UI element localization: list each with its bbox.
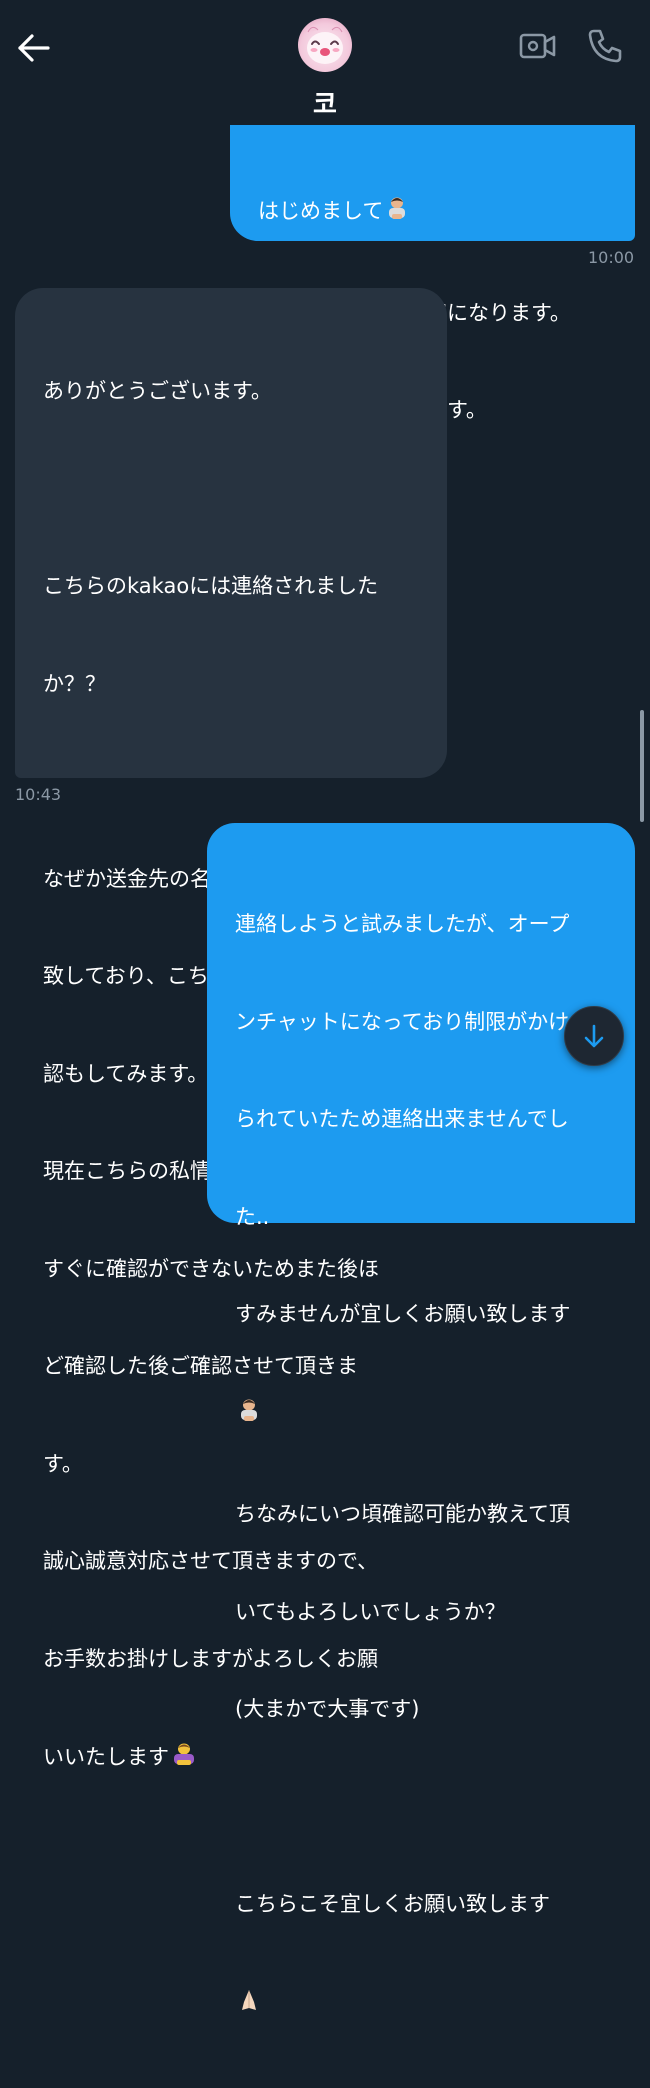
chat-header: 코 (0, 0, 650, 125)
message-line: す。 (43, 1451, 83, 1476)
message-timestamp: 10:00 (588, 248, 635, 267)
scroll-to-bottom-button[interactable] (564, 1006, 624, 1066)
message-line: 誠心誠意対応させて頂きますので、 (43, 1549, 379, 1573)
outgoing-message[interactable]: はじめまして こちらが全取引内容になります。 ご確認お願い致します。 (230, 115, 635, 422)
scrollbar[interactable] (640, 710, 644, 822)
arrow-down-icon (584, 1024, 604, 1048)
arrow-left-icon (18, 34, 50, 62)
video-camera-icon (519, 33, 556, 59)
message-line: ちなみにいつ頃確認可能か教えて頂 (235, 1502, 570, 1526)
phone-icon (588, 29, 622, 63)
video-call-button[interactable] (518, 28, 558, 64)
message-line: こちらこそ宜しくお願い致します (235, 1892, 550, 1916)
person-bowing-emoji (383, 194, 411, 232)
message-line: はじめまして (258, 199, 384, 223)
folded-hands-emoji (235, 1986, 263, 2024)
phone-call-button[interactable] (585, 26, 625, 66)
message-line: ど確認した後ご確認させて頂きま (43, 1354, 358, 1378)
avatar[interactable] (298, 18, 352, 72)
message-line: すみませんが宜しくお願い致します (235, 1302, 571, 1326)
message-line: (大まかで大事です) (235, 1697, 420, 1721)
message-line: か？？ (43, 671, 106, 696)
message-line: いてもよろしいでしょうか？ (235, 1599, 506, 1624)
message-list[interactable]: はじめまして こちらが全取引内容になります。 ご確認お願い致します。 10:00… (0, 0, 650, 2010)
pink-cartoon-avatar-icon (307, 26, 343, 64)
message-timestamp: 10:43 (15, 785, 62, 804)
person-bowing-emoji (235, 1396, 263, 1434)
incoming-message[interactable]: ありがとうございます。 こちらのkakaoには連絡されました か？？ なぜか送金… (15, 288, 447, 1769)
message-line: 連絡しようと試みましたが、オープ (235, 912, 570, 936)
back-button[interactable] (14, 28, 54, 68)
message-line: ありがとうございます。 (43, 379, 272, 403)
message-line: こちらのkakaoには連絡されました (43, 574, 379, 598)
person-bowing-gold-emoji (169, 1740, 199, 1778)
message-line: られていたため連絡出来ませんでし (235, 1107, 569, 1131)
message-line: すぐに確認ができないためまた後ほ (43, 1256, 379, 1281)
message-line: た.. (235, 1204, 270, 1229)
message-line: いいたします (43, 1745, 169, 1769)
message-line: お手数お掛けしますがよろしくお願 (43, 1646, 378, 1671)
contact-name[interactable]: 코 (0, 84, 650, 121)
